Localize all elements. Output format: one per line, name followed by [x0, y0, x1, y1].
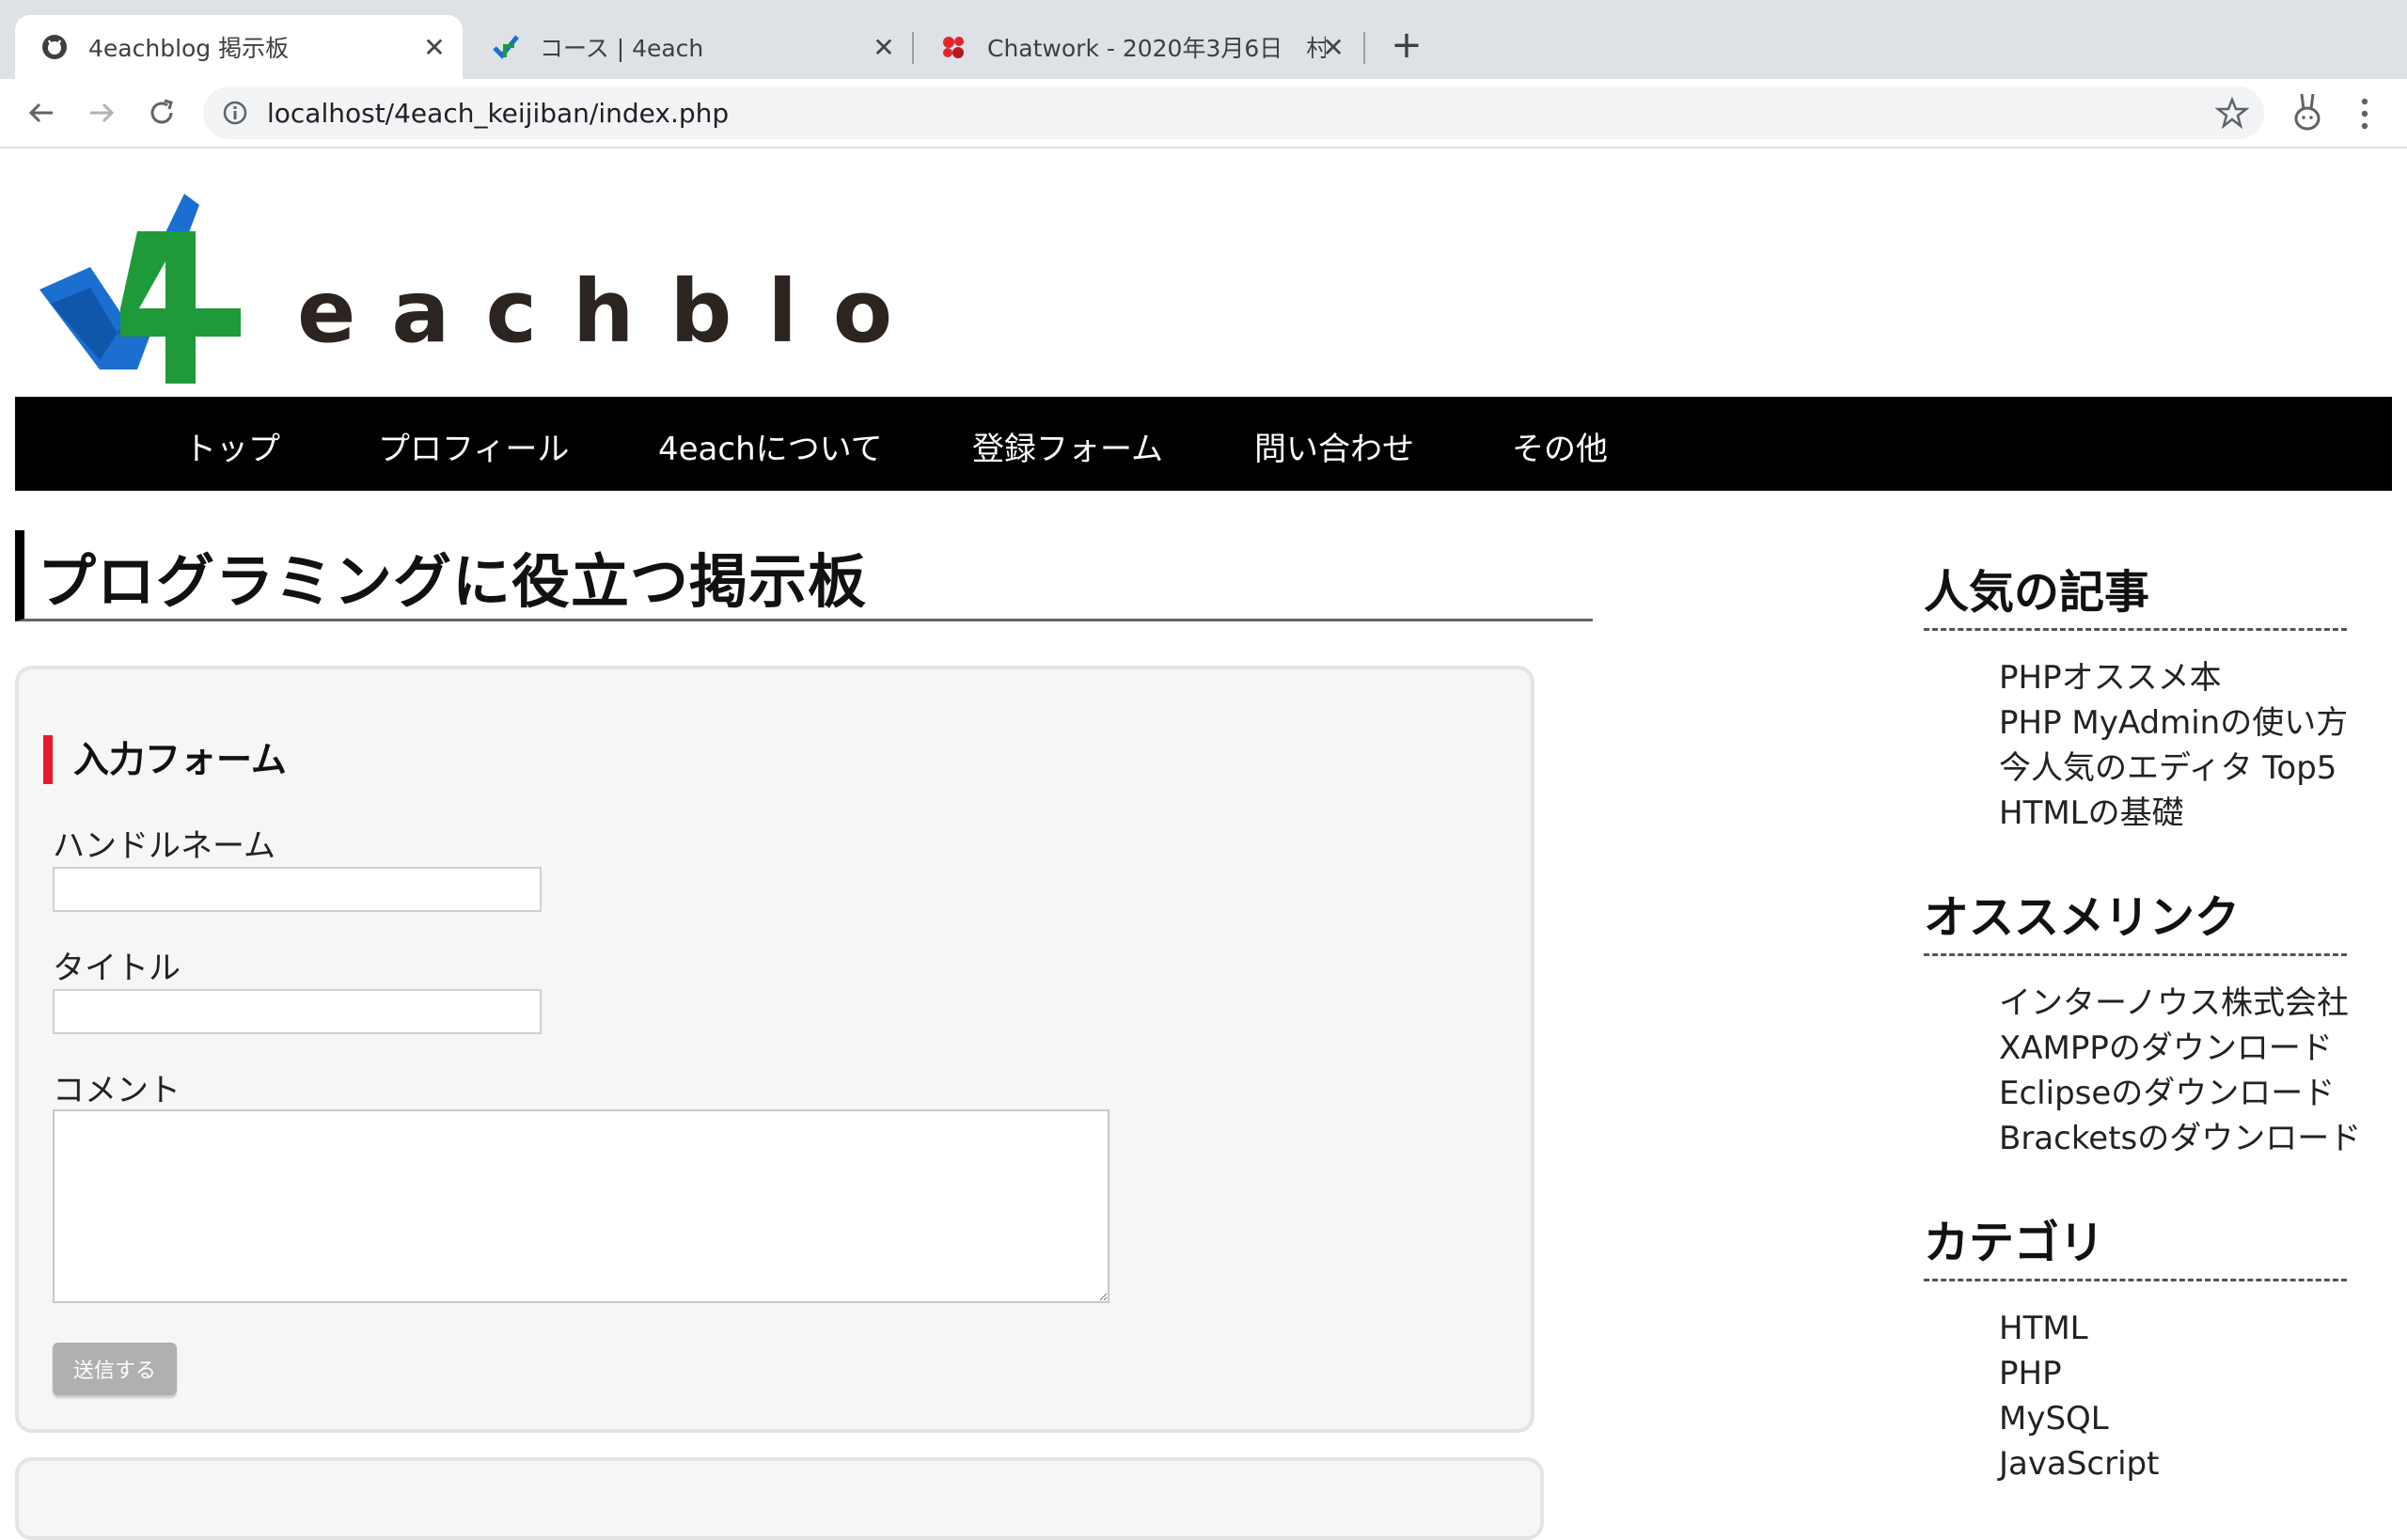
title-input[interactable] [53, 989, 542, 1034]
tab-title: 4eachblog 掲示板 [88, 35, 290, 62]
title-label: タイトル [53, 950, 181, 987]
post-panel [15, 1457, 1544, 1540]
sidebar-links: オススメリンク インターノウス株式会社 XAMPPのダウンロード Eclipse… [1924, 880, 2361, 1161]
url-text: localhost/4each_keijiban/index.php [267, 98, 730, 129]
sidebar-link[interactable]: Bracketsのダウンロード [1999, 1116, 2361, 1161]
tab-4eachblog[interactable]: 4eachblog 掲示板 ✕ [15, 15, 463, 79]
web-page: eachblog トップ プロフィール 4eachについて 登録フォーム 問い合… [0, 149, 2407, 1540]
reload-icon[interactable] [139, 90, 184, 135]
sidebar-link[interactable]: PHP [1999, 1351, 2347, 1396]
sidebar-categories: カテゴリ HTML PHP MySQL JavaScript [1924, 1205, 2347, 1486]
sidebar-link[interactable]: XAMPPのダウンロード [1999, 1026, 2347, 1071]
tab-title: コース | 4each [540, 35, 704, 62]
input-form-panel: 入力フォーム ハンドルネーム タイトル コメント 送信する [15, 666, 1534, 1433]
nav-top[interactable]: トップ [184, 423, 280, 469]
address-bar[interactable]: localhost/4each_keijiban/index.php [203, 86, 2264, 139]
tab-title: Chatwork - 2020年3月6日 村山 [987, 35, 1326, 62]
sidebar-link[interactable]: インターノウス株式会社 [1999, 981, 2349, 1026]
page-title-block: プログラミングに役立つ掲示板 [15, 530, 1593, 621]
close-tab-icon[interactable]: ✕ [867, 30, 901, 64]
browser-tabstrip: 4eachblog 掲示板 ✕ コース | 4each ✕ Chatwork -… [0, 0, 2407, 79]
nav-register[interactable]: 登録フォーム [972, 423, 1163, 469]
nav-contact[interactable]: 問い合わせ [1254, 423, 1414, 469]
svg-text:eachblog: eachblog [297, 261, 899, 362]
site-logo[interactable]: eachblog [34, 177, 990, 385]
info-icon[interactable] [222, 100, 248, 126]
browser-toolbar: localhost/4each_keijiban/index.php [0, 79, 2407, 149]
new-tab-icon[interactable]: + [1388, 26, 1425, 64]
sidebar-popular: 人気の記事 PHPオススメ本 PHP MyAdminの使い方 今人気のエディタ … [1924, 555, 2348, 836]
nav-profile[interactable]: プロフィール [378, 423, 569, 469]
submit-button[interactable]: 送信する [53, 1343, 177, 1395]
kebab-menu-icon[interactable] [2351, 92, 2379, 135]
form-heading: 入力フォーム [43, 735, 287, 784]
comment-label: コメント [53, 1072, 181, 1109]
handle-label: ハンドルネーム [53, 827, 275, 865]
sidebar-link[interactable]: Eclipseのダウンロード [1999, 1071, 2347, 1116]
github-favicon-icon [39, 32, 70, 62]
sidebar-link[interactable]: PHPオススメ本 [1999, 655, 2347, 700]
sidebar-link[interactable]: 今人気のエディタ Top5 [1999, 746, 2347, 791]
close-tab-icon[interactable]: ✕ [1316, 30, 1350, 64]
sidebar-link[interactable]: HTMLの基礎 [1999, 791, 2347, 836]
global-nav: トップ プロフィール 4eachについて 登録フォーム 問い合わせ その他 [15, 397, 2392, 491]
bookmark-star-icon[interactable] [2214, 96, 2250, 130]
handle-input[interactable] [53, 867, 542, 912]
tab-course[interactable]: コース | 4each ✕ [466, 15, 912, 79]
nav-other[interactable]: その他 [1512, 423, 1608, 469]
sidebar-heading: カテゴリ [1924, 1205, 2347, 1281]
back-icon[interactable] [19, 90, 64, 135]
tab-chatwork[interactable]: Chatwork - 2020年3月6日 村山 ✕ [914, 15, 1361, 79]
chatwork-favicon-icon [938, 32, 968, 62]
forward-icon[interactable] [79, 90, 124, 135]
sidebar-heading: オススメリンク [1924, 880, 2347, 956]
comment-textarea[interactable] [53, 1109, 1109, 1303]
4each-favicon-icon [491, 32, 521, 62]
sidebar-link[interactable]: JavaScript [1999, 1441, 2347, 1486]
sidebar-link[interactable]: MySQL [1999, 1396, 2347, 1441]
tab-separator [1363, 32, 1365, 64]
page-title: プログラミングに役立つ掲示板 [38, 547, 868, 616]
close-tab-icon[interactable]: ✕ [417, 30, 451, 64]
sidebar-link[interactable]: PHP MyAdminの使い方 [1999, 700, 2348, 746]
sidebar-heading: 人気の記事 [1924, 555, 2347, 631]
sidebar-link[interactable]: HTML [1999, 1306, 2347, 1351]
rabbit-extension-icon[interactable] [2285, 88, 2332, 135]
nav-about[interactable]: 4eachについて [658, 423, 883, 469]
